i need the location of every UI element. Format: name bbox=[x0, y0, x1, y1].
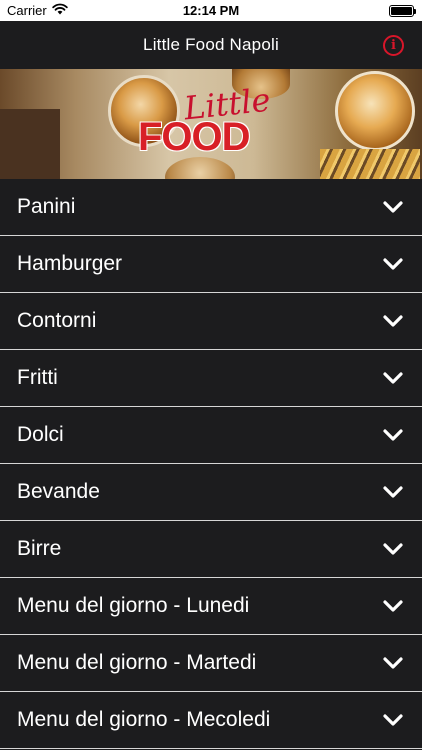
carrier-label: Carrier bbox=[7, 3, 47, 18]
chevron-down-icon bbox=[382, 709, 404, 731]
info-circle-icon: i bbox=[391, 38, 396, 53]
status-left: Carrier bbox=[7, 3, 68, 18]
menu-item-label: Menu del giorno - Mecoledi bbox=[17, 708, 271, 731]
status-bar: Carrier 12:14 PM bbox=[0, 0, 422, 21]
chevron-down-icon bbox=[382, 538, 404, 560]
chevron-down-icon bbox=[382, 652, 404, 674]
chevron-down-icon bbox=[382, 367, 404, 389]
menu-item-contorni[interactable]: Contorni bbox=[0, 293, 422, 350]
menu-item-label: Birre bbox=[17, 537, 62, 560]
menu-item-label: Contorni bbox=[17, 309, 97, 332]
menu-list: Panini Hamburger Contorni Fritti Dolci B… bbox=[0, 179, 422, 749]
menu-item-birre[interactable]: Birre bbox=[0, 521, 422, 578]
menu-item-fritti[interactable]: Fritti bbox=[0, 350, 422, 407]
chevron-down-icon bbox=[382, 253, 404, 275]
navigation-bar: Little Food Napoli i bbox=[0, 21, 422, 69]
menu-item-label: Bevande bbox=[17, 480, 100, 503]
menu-item-hamburger[interactable]: Hamburger bbox=[0, 236, 422, 293]
wifi-icon bbox=[52, 3, 68, 18]
menu-item-label: Hamburger bbox=[17, 252, 123, 275]
chevron-down-icon bbox=[382, 310, 404, 332]
menu-item-label: Panini bbox=[17, 195, 76, 218]
menu-item-panini[interactable]: Panini bbox=[0, 179, 422, 236]
menu-item-martedi[interactable]: Menu del giorno - Martedi bbox=[0, 635, 422, 692]
logo-main-text: FOOD bbox=[138, 115, 251, 159]
menu-item-mecoledi[interactable]: Menu del giorno - Mecoledi bbox=[0, 692, 422, 749]
chevron-down-icon bbox=[382, 196, 404, 218]
menu-item-bevande[interactable]: Bevande bbox=[0, 464, 422, 521]
menu-item-label: Dolci bbox=[17, 423, 64, 446]
menu-item-label: Fritti bbox=[17, 366, 58, 389]
brand-logo: Little FOOD bbox=[138, 81, 288, 165]
menu-item-label: Menu del giorno - Martedi bbox=[17, 651, 257, 674]
hero-banner-image: Little FOOD bbox=[0, 69, 422, 179]
page-title: Little Food Napoli bbox=[143, 35, 279, 54]
chevron-down-icon bbox=[382, 595, 404, 617]
info-button[interactable]: i bbox=[383, 35, 404, 56]
battery-icon bbox=[389, 4, 416, 17]
chevron-down-icon bbox=[382, 481, 404, 503]
menu-item-label: Menu del giorno - Lunedi bbox=[17, 594, 250, 617]
menu-item-lunedi[interactable]: Menu del giorno - Lunedi bbox=[0, 578, 422, 635]
chevron-down-icon bbox=[382, 424, 404, 446]
menu-item-dolci[interactable]: Dolci bbox=[0, 407, 422, 464]
